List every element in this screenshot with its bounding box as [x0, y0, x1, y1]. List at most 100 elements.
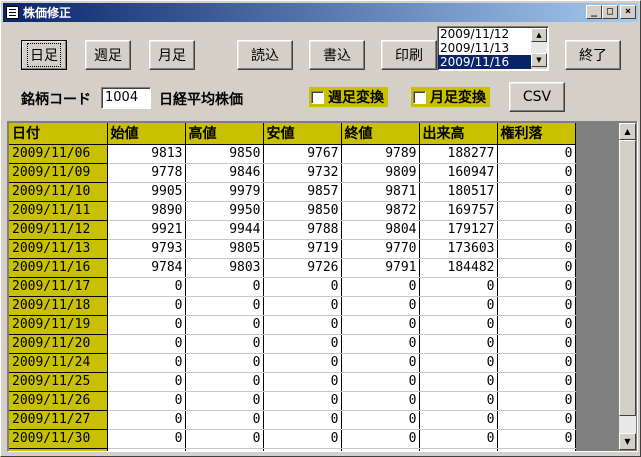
cell-high[interactable]: 0 — [185, 315, 264, 335]
cell-date[interactable]: 2009/11/24 — [9, 353, 108, 373]
cell-low[interactable]: 0 — [263, 296, 342, 316]
cell-date[interactable]: 2009/11/20 — [9, 334, 108, 354]
table-row[interactable]: 2009/11/19 0 0 0 0 0 0 — [9, 315, 576, 335]
cell-exrights[interactable]: 0 — [497, 410, 576, 430]
cell-low[interactable]: 9850 — [263, 201, 342, 221]
print-button[interactable]: 印刷 — [381, 40, 437, 70]
weekly-convert-checkbox[interactable]: 週足変換 — [309, 87, 388, 107]
app-icon[interactable] — [6, 6, 19, 19]
checkbox-box[interactable] — [311, 90, 324, 104]
cell-close[interactable]: 0 — [341, 296, 420, 316]
table-row[interactable]: 2009/11/18 0 0 0 0 0 0 — [9, 296, 576, 316]
cell-close[interactable]: 0 — [341, 277, 420, 297]
cell-high[interactable]: 0 — [185, 448, 264, 451]
checkbox-box[interactable] — [413, 90, 426, 104]
cell-close[interactable]: 9872 — [341, 201, 420, 221]
cell-exrights[interactable]: 0 — [497, 182, 576, 202]
cell-close[interactable]: 0 — [341, 410, 420, 430]
cell-high[interactable]: 0 — [185, 296, 264, 316]
cell-volume[interactable]: 0 — [419, 429, 498, 449]
cell-open[interactable]: 9813 — [107, 144, 186, 164]
cell-date[interactable]: 2009/11/26 — [9, 391, 108, 411]
cell-close[interactable]: 9770 — [341, 239, 420, 259]
date-listbox[interactable]: 2009/11/12 2009/11/13 2009/11/16 ▲ ▼ — [437, 26, 549, 71]
cell-date[interactable]: 2009/11/13 — [9, 239, 108, 259]
cell-exrights[interactable]: 0 — [497, 144, 576, 164]
scroll-down-icon[interactable]: ▼ — [619, 433, 636, 450]
cell-open[interactable]: 0 — [107, 277, 186, 297]
cell-volume[interactable]: 0 — [419, 334, 498, 354]
table-row[interactable]: 2009/11/09 9778 9846 9732 9809 160947 0 — [9, 163, 576, 183]
cell-low[interactable]: 9719 — [263, 239, 342, 259]
cell-exrights[interactable]: 0 — [497, 448, 576, 451]
table-row[interactable]: 2009/11/30 0 0 0 0 0 0 — [9, 429, 576, 449]
cell-high[interactable]: 9979 — [185, 182, 264, 202]
cell-date[interactable]: 2009/11/19 — [9, 315, 108, 335]
cell-date[interactable]: 2009/11/27 — [9, 410, 108, 430]
cell-date[interactable]: 2009/11/25 — [9, 372, 108, 392]
cell-exrights[interactable]: 0 — [497, 296, 576, 316]
cell-open[interactable]: 9778 — [107, 163, 186, 183]
stock-code-input[interactable]: 1004 — [101, 87, 151, 109]
cell-exrights[interactable]: 0 — [497, 163, 576, 183]
cell-volume[interactable]: 0 — [419, 277, 498, 297]
cell-close[interactable]: 0 — [341, 391, 420, 411]
cell-volume[interactable]: 173603 — [419, 239, 498, 259]
cell-low[interactable]: 0 — [263, 410, 342, 430]
scroll-up-icon[interactable]: ▲ — [531, 28, 547, 42]
cell-date[interactable]: 2009/11/18 — [9, 296, 108, 316]
table-row[interactable]: 2009/12/01000000 — [9, 448, 576, 451]
cell-low[interactable]: 9732 — [263, 163, 342, 183]
exit-button[interactable]: 終了 — [565, 40, 621, 70]
cell-open[interactable]: 9784 — [107, 258, 186, 278]
column-header-high[interactable]: 高値 — [185, 123, 264, 145]
cell-date[interactable]: 2009/11/30 — [9, 429, 108, 449]
cell-exrights[interactable]: 0 — [497, 258, 576, 278]
cell-open[interactable]: 0 — [107, 391, 186, 411]
table-row[interactable]: 2009/11/16 9784 9803 9726 9791 184482 0 — [9, 258, 576, 278]
column-header-close[interactable]: 終値 — [341, 123, 420, 145]
cell-open[interactable]: 0 — [107, 315, 186, 335]
cell-open[interactable]: 9905 — [107, 182, 186, 202]
cell-date[interactable]: 2009/11/17 — [9, 277, 108, 297]
table-row[interactable]: 2009/11/27 0 0 0 0 0 0 — [9, 410, 576, 430]
table-row[interactable]: 2009/11/13 9793 9805 9719 9770 173603 0 — [9, 239, 576, 259]
cell-exrights[interactable]: 0 — [497, 353, 576, 373]
cell-high[interactable]: 0 — [185, 429, 264, 449]
cell-volume[interactable]: 179127 — [419, 220, 498, 240]
scroll-thumb[interactable] — [619, 140, 636, 416]
write-button[interactable]: 書込 — [309, 40, 365, 70]
cell-high[interactable]: 9803 — [185, 258, 264, 278]
cell-open[interactable]: 0 — [107, 448, 186, 451]
column-header-volume[interactable]: 出来高 — [419, 123, 498, 145]
cell-high[interactable]: 9846 — [185, 163, 264, 183]
cell-volume[interactable]: 0 — [419, 315, 498, 335]
cell-close[interactable]: 9804 — [341, 220, 420, 240]
listbox-scroll-track[interactable] — [531, 42, 547, 53]
maximize-button[interactable]: □ — [602, 5, 618, 19]
cell-high[interactable]: 0 — [185, 391, 264, 411]
date-list-item-selected[interactable]: 2009/11/16 — [438, 55, 532, 69]
cell-open[interactable]: 9890 — [107, 201, 186, 221]
cell-exrights[interactable]: 0 — [497, 239, 576, 259]
title-bar[interactable]: 株価修正 _ □ × — [3, 3, 638, 22]
cell-low[interactable]: 0 — [263, 429, 342, 449]
cell-volume[interactable]: 169757 — [419, 201, 498, 221]
cell-close[interactable]: 0 — [341, 448, 420, 451]
cell-volume[interactable]: 0 — [419, 448, 498, 451]
column-header-open[interactable]: 始値 — [107, 123, 186, 145]
cell-high[interactable]: 0 — [185, 334, 264, 354]
column-header-low[interactable]: 安値 — [263, 123, 342, 145]
cell-low[interactable]: 9857 — [263, 182, 342, 202]
cell-low[interactable]: 9788 — [263, 220, 342, 240]
monthly-button[interactable]: 月足 — [149, 40, 195, 70]
cell-volume[interactable]: 0 — [419, 410, 498, 430]
table-row[interactable]: 2009/11/11 9890 9950 9850 9872 169757 0 — [9, 201, 576, 221]
cell-open[interactable]: 9921 — [107, 220, 186, 240]
cell-exrights[interactable]: 0 — [497, 372, 576, 392]
cell-close[interactable]: 9809 — [341, 163, 420, 183]
cell-high[interactable]: 0 — [185, 372, 264, 392]
cell-volume[interactable]: 0 — [419, 372, 498, 392]
load-button[interactable]: 読込 — [237, 40, 293, 70]
cell-volume[interactable]: 188277 — [419, 144, 498, 164]
